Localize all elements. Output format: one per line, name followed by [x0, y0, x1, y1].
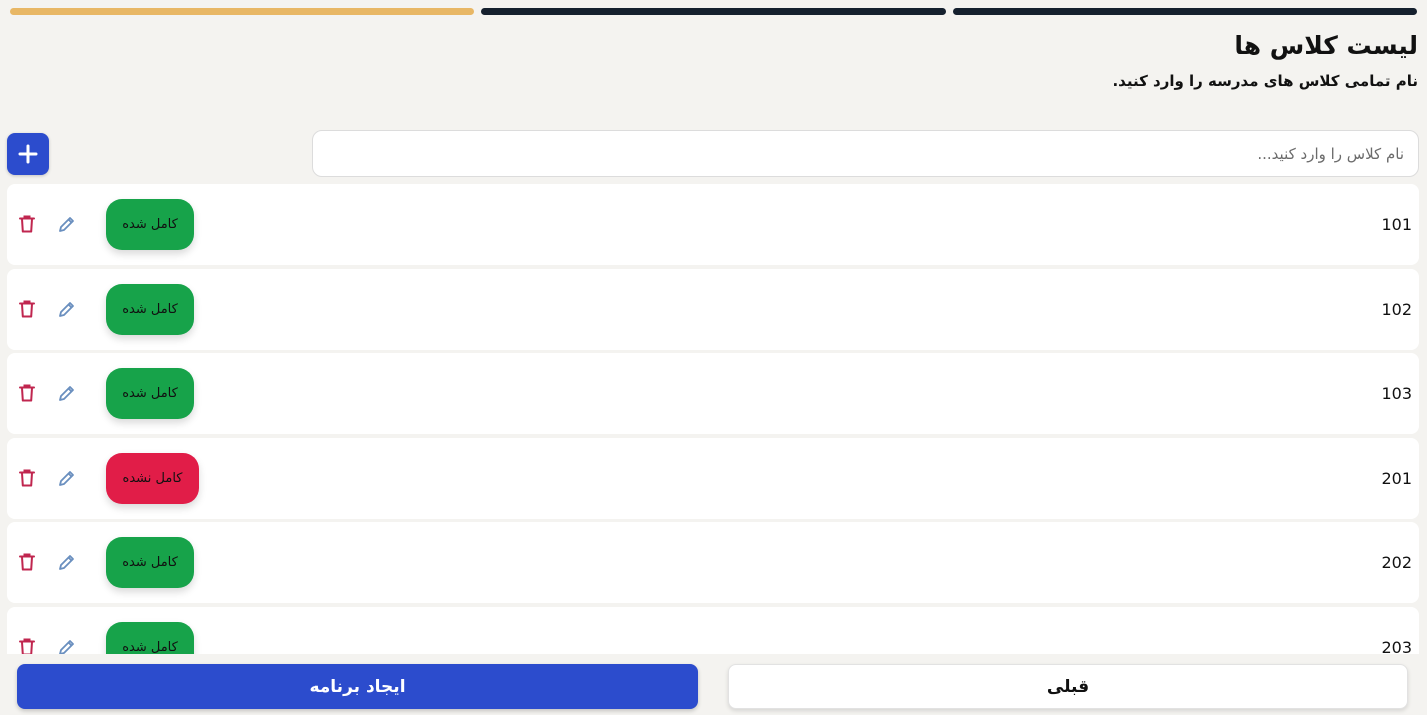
class-name-input[interactable] — [313, 131, 1418, 176]
class-row: 203 کامل شده — [7, 606, 1419, 655]
status-badge[interactable]: کامل شده — [106, 537, 194, 588]
delete-class-button[interactable] — [15, 550, 39, 574]
class-row: 201 کامل نشده — [7, 437, 1419, 519]
trash-icon — [19, 300, 35, 317]
class-row: 103 کامل شده — [7, 353, 1419, 434]
trash-icon — [19, 215, 35, 233]
class-row: 202 کامل شده — [7, 522, 1419, 603]
status-badge[interactable]: کامل شده — [106, 368, 194, 419]
status-badge[interactable]: کامل نشده — [106, 452, 199, 504]
delete-class-button[interactable] — [15, 635, 39, 654]
edit-class-button[interactable] — [55, 466, 79, 490]
class-row: 102 کامل شده — [7, 268, 1419, 350]
status-badge[interactable]: کامل شده — [106, 621, 194, 654]
pencil-icon — [59, 301, 74, 317]
pencil-icon — [59, 217, 74, 232]
delete-class-button[interactable] — [15, 297, 39, 321]
create-program-button[interactable]: ایجاد برنامه — [17, 664, 698, 709]
class-name-field — [312, 130, 1419, 177]
trash-icon — [19, 384, 35, 402]
delete-class-button[interactable] — [15, 381, 39, 405]
page-header: لیست کلاس ها نام تمامی کلاس های مدرسه را… — [1112, 30, 1418, 90]
page-subtitle: نام تمامی کلاس های مدرسه را وارد کنید. — [1112, 72, 1418, 90]
trash-icon — [19, 469, 35, 486]
step-1 — [10, 8, 475, 15]
class-name: 203 — [1381, 637, 1412, 655]
class-name: 202 — [1381, 553, 1412, 572]
edit-class-button[interactable] — [55, 635, 79, 654]
class-name: 103 — [1381, 384, 1412, 403]
pencil-icon — [59, 555, 74, 570]
delete-class-button[interactable] — [15, 466, 39, 490]
plus-icon — [18, 144, 38, 164]
edit-class-button[interactable] — [55, 297, 79, 321]
page-title: لیست کلاس ها — [1234, 31, 1418, 60]
pencil-icon — [59, 386, 74, 401]
step-3 — [952, 8, 1417, 15]
edit-class-button[interactable] — [55, 550, 79, 574]
pencil-icon — [59, 639, 74, 654]
add-class-button[interactable] — [7, 133, 49, 175]
status-badge[interactable]: کامل شده — [106, 199, 194, 250]
class-row: 101 کامل شده — [7, 184, 1419, 265]
class-name: 101 — [1381, 215, 1412, 234]
trash-icon — [19, 553, 35, 571]
pencil-icon — [59, 470, 74, 486]
edit-class-button[interactable] — [55, 381, 79, 405]
progress-stepper — [10, 8, 1417, 15]
edit-class-button[interactable] — [55, 212, 79, 236]
trash-icon — [19, 638, 35, 654]
class-name: 102 — [1381, 299, 1412, 319]
step-2 — [481, 8, 946, 15]
class-name: 201 — [1381, 468, 1412, 488]
class-list: 101 کامل شده 102 کامل شده 103 کامل شده 201 کامل… — [7, 184, 1419, 654]
previous-button[interactable]: قبلی — [728, 664, 1408, 709]
status-badge[interactable]: کامل شده — [106, 283, 194, 335]
delete-class-button[interactable] — [15, 212, 39, 236]
